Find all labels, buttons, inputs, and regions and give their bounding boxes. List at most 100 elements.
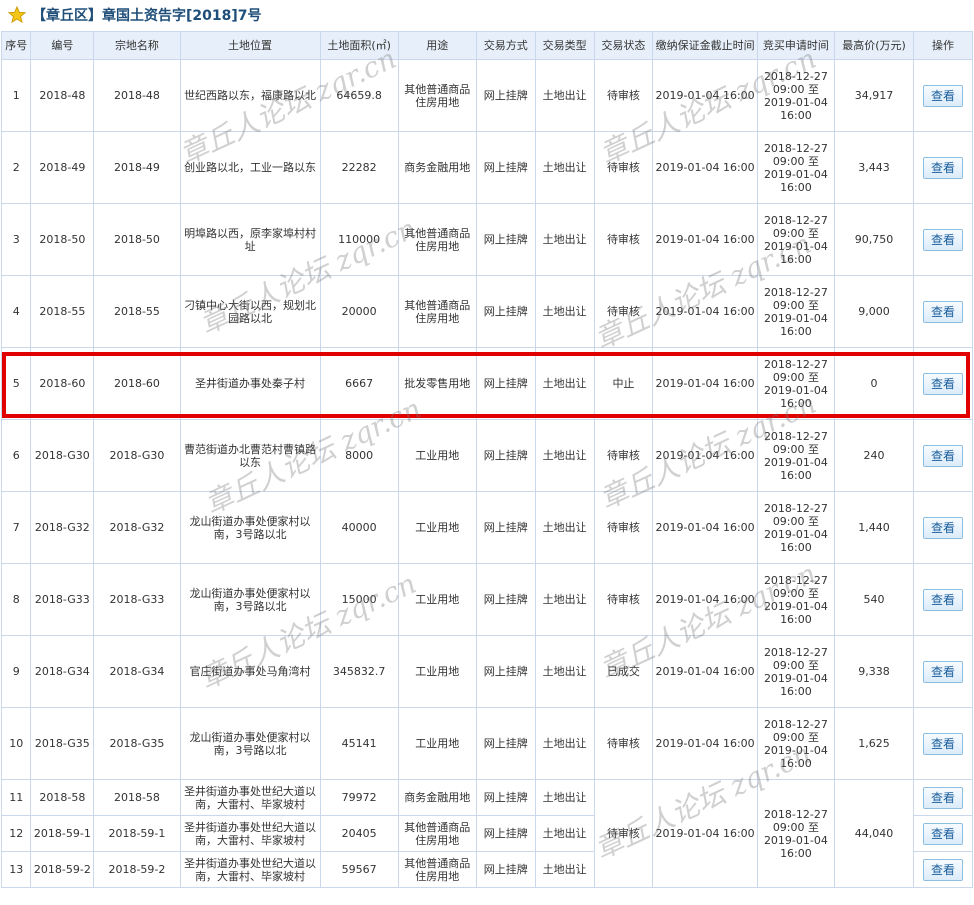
row-area: 59567 <box>319 851 399 888</box>
row-name: 2018-G34 <box>93 635 181 708</box>
row-code: 2018-G30 <box>30 419 95 492</box>
row-type: 土地出让 <box>534 707 595 780</box>
row-use: 工业用地 <box>397 491 477 564</box>
row-method: 网上挂牌 <box>475 59 536 132</box>
view-button[interactable]: 查看 <box>923 822 964 845</box>
row-method: 网上挂牌 <box>475 851 536 888</box>
row-code: 2018-G32 <box>30 491 95 564</box>
action-cell: 查看 <box>913 635 973 708</box>
row-status: 待审核 <box>593 563 654 636</box>
view-button[interactable]: 查看 <box>923 786 964 809</box>
row-type: 土地出让 <box>534 419 595 492</box>
row-deposit-deadline: 2019-01-04 16:00 <box>652 491 758 564</box>
apply-time-line: 2018-12-27 <box>763 573 828 587</box>
table-row: 5 2018-60 2018-60 圣井街道办事处秦子村 6667 批发零售用地 网上挂牌土… <box>0 347 973 420</box>
action-cell: 查看 <box>913 59 973 132</box>
row-location: 曹范街道办北曹范村曹镇路以东 <box>179 419 321 492</box>
table-row: 9 2018-G34 2018-G34 官庄街道办事处马角湾村 345832.7 工业用地… <box>0 635 973 708</box>
action-cell: 查看 <box>913 203 973 276</box>
row-method: 网上挂牌 <box>475 707 536 780</box>
row-use: 商务金融用地 <box>397 131 477 204</box>
header-type: 交易类型 <box>534 31 595 60</box>
apply-time-line: 09:00 至 <box>772 370 820 384</box>
view-button[interactable]: 查看 <box>923 84 964 107</box>
apply-time-line: 2019-01-04 <box>763 167 828 181</box>
row-name: 2018-48 <box>93 59 181 132</box>
apply-time-line: 2018-12-27 <box>763 717 828 731</box>
row-max-price: 34,917 <box>833 59 915 132</box>
view-button[interactable]: 查看 <box>923 300 964 323</box>
row-type: 土地出让 <box>534 491 595 564</box>
row-location: 圣井街道办事处秦子村 <box>179 347 321 420</box>
row-method: 网上挂牌 <box>475 419 536 492</box>
action-cell: 查看 <box>913 131 973 204</box>
row-max-price: 0 <box>833 347 915 420</box>
row-no: 13 <box>0 851 32 888</box>
row-code: 2018-G33 <box>30 563 95 636</box>
view-button[interactable]: 查看 <box>923 372 964 395</box>
row-name: 2018-49 <box>93 131 181 204</box>
action-cell: 查看 <box>913 815 973 852</box>
row-code: 2018-50 <box>30 203 95 276</box>
row-no: 5 <box>0 347 32 420</box>
row-name: 2018-G32 <box>93 491 181 564</box>
apply-time-line: 2018-12-27 <box>763 285 828 299</box>
apply-time-line: 16:00 <box>780 180 812 194</box>
row-status: 中止 <box>593 347 654 420</box>
view-button[interactable]: 查看 <box>923 516 964 539</box>
row-name: 2018-60 <box>93 347 181 420</box>
action-cell: 查看 <box>913 779 973 816</box>
row-use: 商务金融用地 <box>397 779 477 816</box>
apply-time-line: 2018-12-27 <box>763 807 828 821</box>
header-use: 用途 <box>397 31 477 60</box>
row-max-price: 44,040 <box>833 779 915 888</box>
row-location: 龙山街道办事处便家村以南，3号路以北 <box>179 707 321 780</box>
header-location: 土地位置 <box>179 31 321 60</box>
row-deposit-deadline: 2019-01-04 16:00 <box>652 275 758 348</box>
row-type: 土地出让 <box>534 275 595 348</box>
row-location: 世纪西路以东，福康路以北 <box>179 59 321 132</box>
land-table: 序号 编号 宗地名称 土地位置 土地面积(㎡) 用途 交易方式 交易类型 交易状… <box>0 31 973 888</box>
apply-time-line: 16:00 <box>780 684 812 698</box>
row-area: 6667 <box>319 347 399 420</box>
header-max-price: 最高价(万元) <box>833 31 915 60</box>
row-location: 刁镇中心大街以西，规划北园路以北 <box>179 275 321 348</box>
view-button[interactable]: 查看 <box>923 660 964 683</box>
view-button[interactable]: 查看 <box>923 156 964 179</box>
view-button[interactable]: 查看 <box>923 858 964 881</box>
view-button[interactable]: 查看 <box>923 228 964 251</box>
row-no: 9 <box>0 635 32 708</box>
apply-time-line: 2019-01-04 <box>763 833 828 847</box>
apply-time-cell: 2018-12-27 09:00 至 2019-01-04 16:00 <box>756 635 835 708</box>
apply-time-line: 2018-12-27 <box>763 429 828 443</box>
row-method: 网上挂牌 <box>475 491 536 564</box>
apply-time-cell: 2018-12-27 09:00 至 2019-01-04 16:00 <box>756 563 835 636</box>
row-status: 待审核 <box>593 491 654 564</box>
view-button[interactable]: 查看 <box>923 732 964 755</box>
row-deposit-deadline: 2019-01-04 16:00 <box>652 563 758 636</box>
apply-time-line: 2019-01-04 <box>763 599 828 613</box>
row-max-price: 540 <box>833 563 915 636</box>
row-use: 工业用地 <box>397 419 477 492</box>
row-deposit-deadline: 2019-01-04 16:00 <box>652 635 758 708</box>
row-max-price: 9,338 <box>833 635 915 708</box>
row-status: 待审核 <box>593 59 654 132</box>
apply-time-cell: 2018-12-27 09:00 至 2019-01-04 16:00 <box>756 779 835 888</box>
apply-time-line: 2018-12-27 <box>763 645 828 659</box>
row-no: 12 <box>0 815 32 852</box>
apply-time-line: 09:00 至 <box>772 730 820 744</box>
row-name: 2018-G35 <box>93 707 181 780</box>
row-name: 2018-55 <box>93 275 181 348</box>
row-max-price: 1,625 <box>833 707 915 780</box>
row-type: 土地出让 <box>534 635 595 708</box>
apply-time-line: 2019-01-04 <box>763 311 828 325</box>
view-button[interactable]: 查看 <box>923 444 964 467</box>
action-cell: 查看 <box>913 419 973 492</box>
row-use: 其他普通商品住房用地 <box>397 203 477 276</box>
apply-time-line: 09:00 至 <box>772 298 820 312</box>
apply-time-line: 09:00 至 <box>772 82 820 96</box>
row-code: 2018-G34 <box>30 635 95 708</box>
row-use: 其他普通商品住房用地 <box>397 851 477 888</box>
view-button[interactable]: 查看 <box>923 588 964 611</box>
apply-time-line: 09:00 至 <box>772 226 820 240</box>
